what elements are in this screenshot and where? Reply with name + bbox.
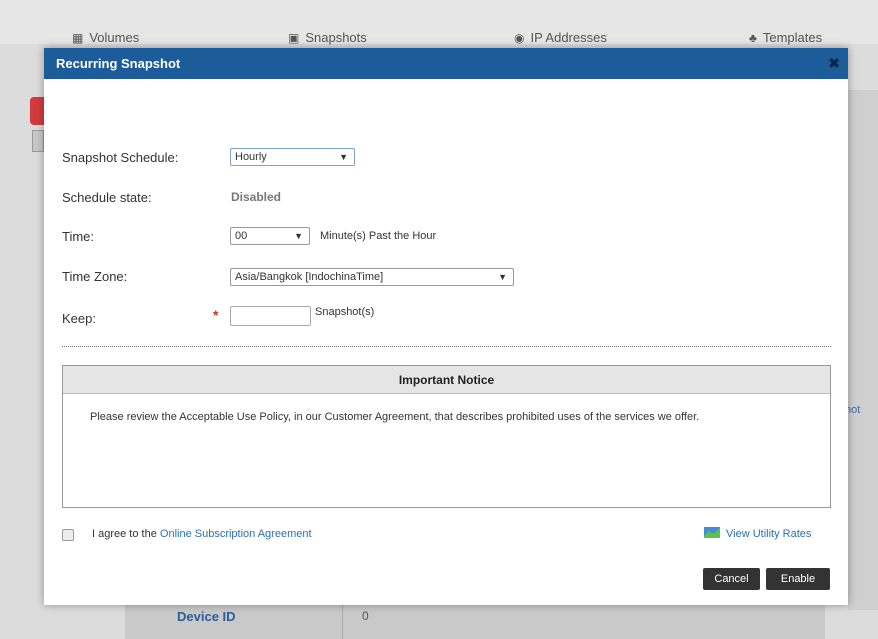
chevron-down-icon: ▼: [498, 272, 507, 282]
background-tab-snapshots: ▣ Snapshots: [288, 30, 367, 45]
section-divider: [62, 346, 831, 347]
ip-icon: ◉: [514, 31, 525, 45]
background-red-button: [30, 97, 44, 125]
background-tab-templates: ♣ Templates: [749, 30, 823, 45]
important-notice-heading: Important Notice: [63, 366, 830, 394]
dialog-title: Recurring Snapshot: [56, 56, 181, 71]
schedule-state-label: Schedule state:: [62, 190, 152, 205]
cancel-button[interactable]: Cancel: [703, 568, 760, 590]
background-right-panel: [848, 90, 878, 610]
background-tab-volumes: ▦ Volumes: [72, 30, 140, 45]
schedule-state-value: Disabled: [231, 190, 282, 204]
time-zone-label: Time Zone:: [62, 269, 128, 284]
time-zone-value: Asia/Bangkok [IndochinaTime]: [235, 271, 384, 283]
enable-button[interactable]: Enable: [766, 568, 830, 590]
time-label: Time:: [62, 229, 95, 244]
keep-suffix: Snapshot(s): [315, 306, 375, 318]
agree-prefix: I agree to the: [92, 528, 160, 540]
background-left-box: [32, 130, 44, 152]
background-tab-bar: ▦ Volumes ▣ Snapshots ◉ IP Addresses ♣ Templ…: [0, 0, 878, 45]
close-icon[interactable]: ✖: [828, 55, 840, 72]
important-notice-box: Important Notice Please review the Accep…: [62, 365, 831, 508]
snapshot-schedule-label: Snapshot Schedule:: [62, 150, 179, 165]
important-notice-body: Please review the Acceptable Use Policy,…: [90, 411, 700, 423]
background-row-divider: [342, 604, 343, 639]
snapshot-schedule-value: Hourly: [235, 151, 267, 163]
time-minute-value: 00: [235, 230, 248, 242]
required-asterisk: *: [213, 307, 219, 323]
keep-input[interactable]: [230, 306, 311, 326]
time-suffix: Minute(s) Past the Hour: [320, 230, 437, 242]
view-utility-rates-link[interactable]: View Utility Rates: [704, 527, 811, 540]
snapshot-schedule-select[interactable]: Hourly ▼: [230, 148, 355, 166]
time-zone-select[interactable]: Asia/Bangkok [IndochinaTime] ▼: [230, 268, 514, 286]
chart-icon: [704, 527, 720, 538]
agree-text: I agree to the Online Subscription Agree…: [92, 528, 312, 540]
background-device-id-value: 0: [362, 609, 369, 623]
subscription-agreement-link[interactable]: Online Subscription Agreement: [160, 528, 312, 540]
screen: ▦ Volumes ▣ Snapshots ◉ IP Addresses ♣ Templ…: [0, 0, 878, 639]
background-device-id-label: Device ID: [177, 609, 236, 624]
background-tab-ip-addresses: ◉ IP Addresses: [514, 30, 607, 45]
templates-icon: ♣: [749, 31, 757, 45]
dialog-header: Recurring Snapshot ✖: [44, 48, 848, 79]
recurring-snapshot-dialog: Recurring Snapshot ✖ Snapshot Schedule: …: [44, 48, 848, 605]
camera-icon: ▣: [288, 31, 300, 45]
volumes-icon: ▦: [72, 31, 84, 45]
chevron-down-icon: ▼: [339, 152, 348, 162]
chevron-down-icon: ▼: [294, 231, 303, 241]
keep-label: Keep:: [62, 311, 96, 326]
time-minute-select[interactable]: 00 ▼: [230, 227, 310, 245]
view-utility-rates-label: View Utility Rates: [726, 528, 812, 540]
agree-checkbox[interactable]: [62, 529, 74, 541]
